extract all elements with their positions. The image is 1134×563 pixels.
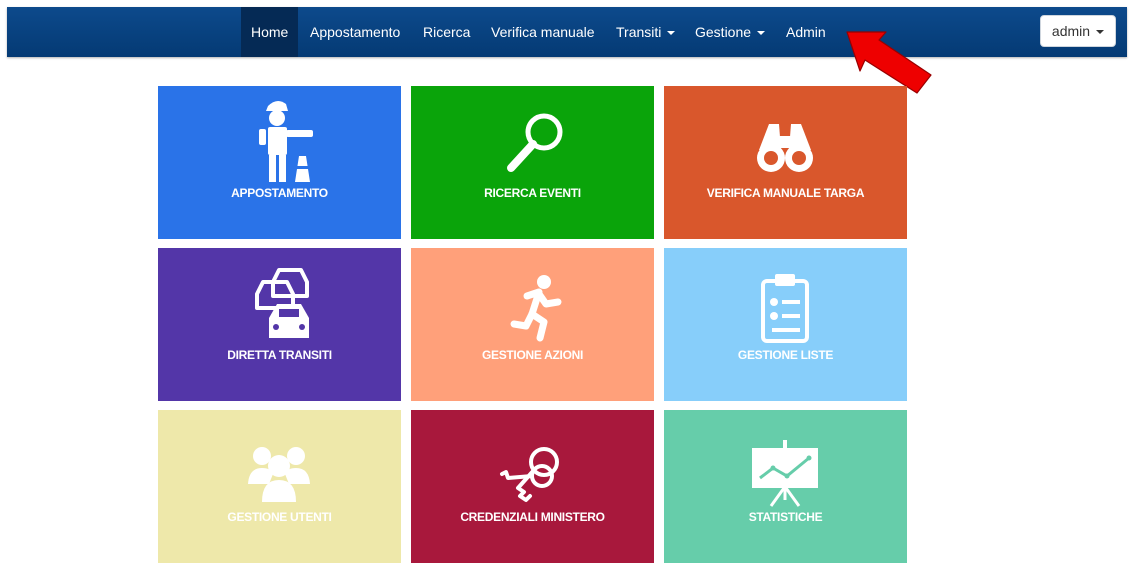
tile-gestione-azioni-label: GESTIONE AZIONI [481,348,584,362]
tile-diretta-transiti[interactable]: DIRETTA TRANSITI [158,248,401,401]
tile-statistiche-label: STATISTICHE [748,510,823,524]
caret-down-icon [1096,30,1105,35]
tile-diretta-transiti-label: DIRETTA TRANSITI [227,348,332,362]
tile-appostamento[interactable]: APPOSTAMENTO [158,86,401,239]
running-man-icon [510,275,562,342]
tile-gestione-liste[interactable]: GESTIONE LISTE [664,248,907,401]
nav-transiti-dropdown[interactable]: Transiti [616,7,676,57]
tile-gestione-azioni[interactable]: GESTIONE AZIONI [411,248,654,401]
magnifier-icon [507,113,563,172]
nav-home[interactable]: Home [241,7,299,57]
tile-ricerca-eventi[interactable]: RICERCA EVENTI [411,86,654,239]
tile-verifica-manuale-targa-label: VERIFICA MANUALE TARGA [706,186,865,200]
chart-board-icon [752,440,818,507]
tile-statistiche[interactable]: STATISTICHE [664,410,907,563]
binoculars-icon [757,124,813,172]
nav-transiti-label: Transiti [616,24,662,40]
tile-credenziali-ministero[interactable]: CREDENZIALI MINISTERO [411,410,654,563]
nav-ricerca[interactable]: Ricerca [423,7,470,57]
nav-verifica-manuale[interactable]: Verifica manuale [491,7,595,57]
caret-down-icon [757,31,766,36]
tile-appostamento-label: APPOSTAMENTO [231,186,328,200]
nav-gestione-dropdown[interactable]: Gestione [695,7,766,57]
tile-gestione-liste-label: GESTIONE LISTE [737,348,834,362]
users-group-icon [248,447,310,502]
tile-gestione-utenti-label: GESTIONE UTENTI [227,510,332,524]
nav-gestione-label: Gestione [695,24,752,40]
keys-icon [500,447,559,502]
caret-down-icon [667,31,676,36]
user-menu-label: admin [1051,23,1091,39]
nav-admin[interactable]: Admin [786,7,826,57]
clipboard-list-icon [761,274,809,343]
cars-icon [255,268,309,338]
nav-appostamento[interactable]: Appostamento [310,7,400,57]
tile-verifica-manuale-targa[interactable]: VERIFICA MANUALE TARGA [664,86,907,239]
user-menu-button[interactable]: admin [1040,15,1116,47]
tile-gestione-utenti[interactable]: GESTIONE UTENTI [158,410,401,563]
tile-ricerca-eventi-label: RICERCA EVENTI [484,186,581,200]
tile-credenziali-ministero-label: CREDENZIALI MINISTERO [460,510,605,524]
traffic-officer-icon [259,100,313,182]
top-navbar: Home Appostamento Ricerca Verifica manua… [7,7,1127,57]
